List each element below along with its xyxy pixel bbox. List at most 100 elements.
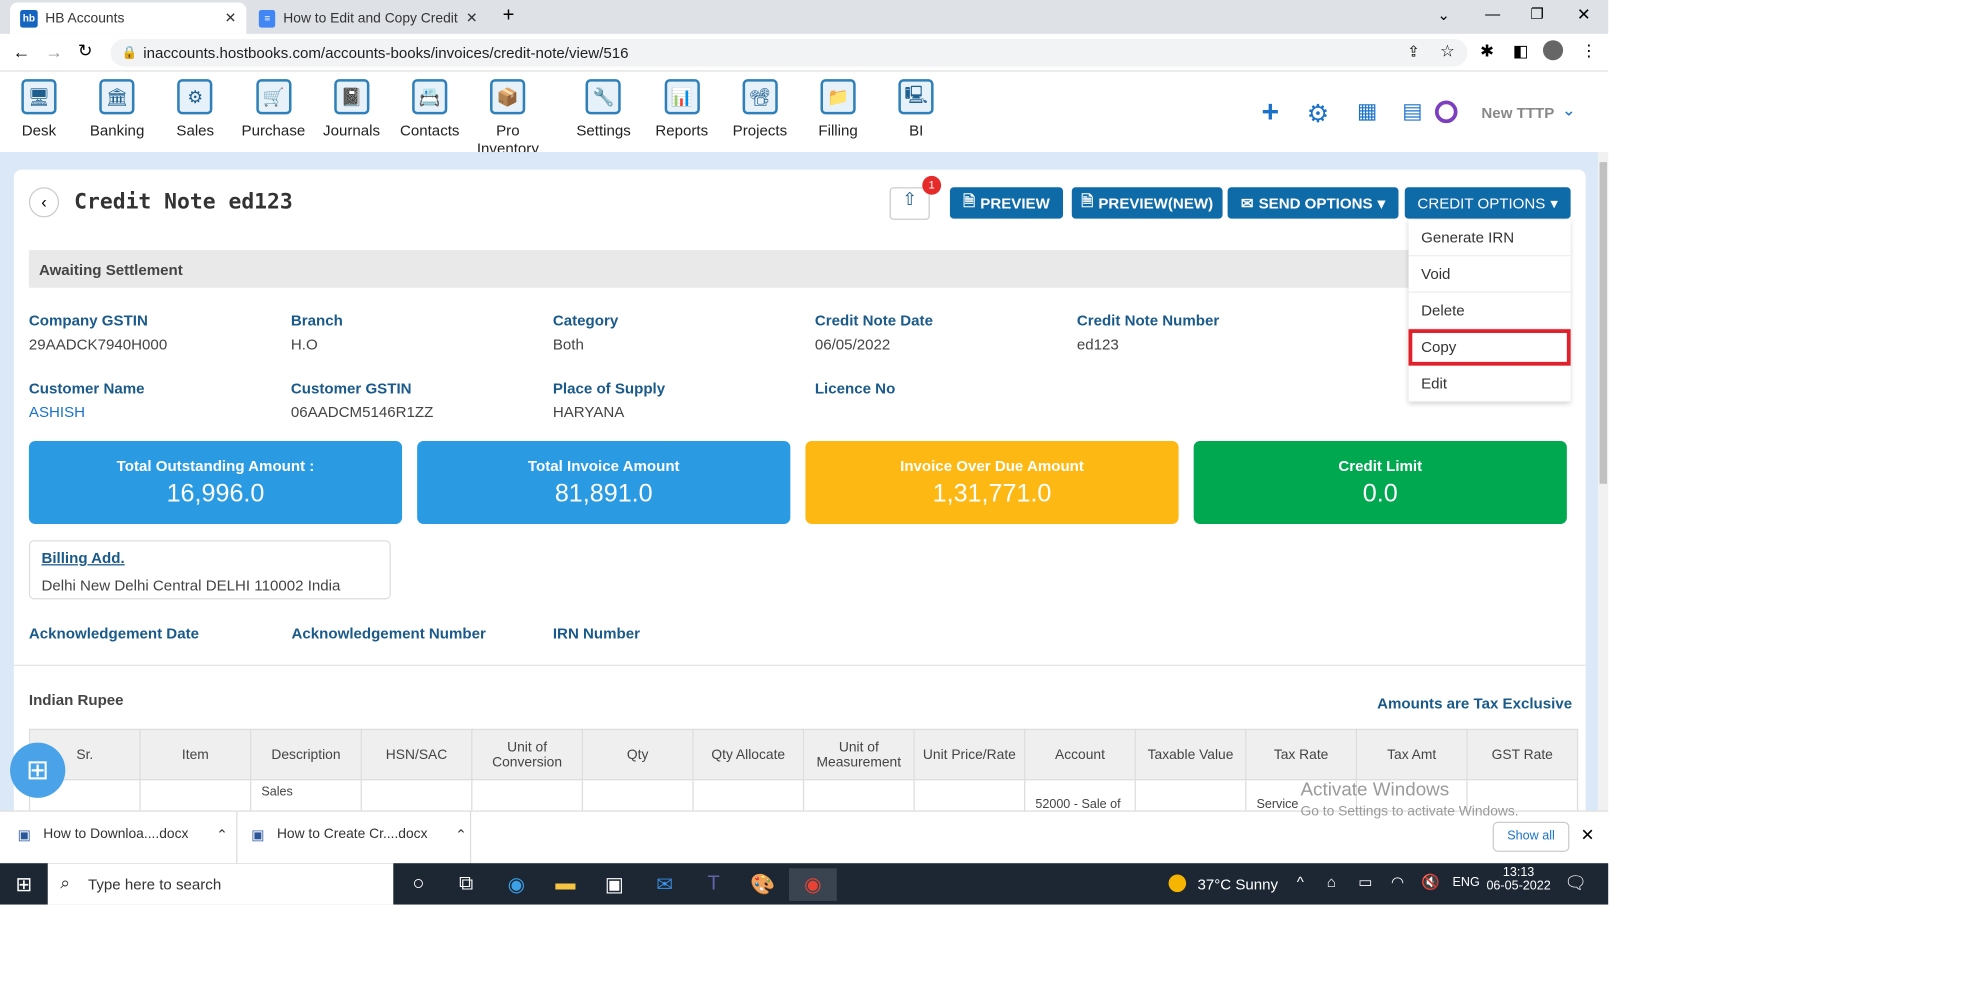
field-value: HARYANA	[552, 403, 625, 421]
field: Licence No	[815, 379, 895, 403]
new-tab-icon[interactable]: +	[503, 5, 515, 28]
kpi-card: Credit Limit 0.0	[1193, 441, 1567, 524]
menu-item-delete[interactable]: Delete	[1408, 293, 1571, 330]
new-badge-icon[interactable]	[1434, 100, 1458, 124]
nav-pro-inventory[interactable]: 📦 Pro Inventory	[470, 77, 545, 157]
share-icon[interactable]: ⇪	[1407, 43, 1420, 61]
bi-icon: 🖳	[898, 79, 934, 115]
search-icon: ⌕	[60, 872, 71, 893]
close-icon[interactable]: ✕	[1581, 826, 1595, 846]
nav-settings[interactable]: 🔧 Settings	[566, 77, 641, 139]
forward-icon[interactable]: →	[45, 41, 63, 61]
nav-sales[interactable]: ⚙ Sales	[158, 77, 233, 139]
preview-new-label: PREVIEW(NEW)	[1098, 194, 1214, 212]
calculator-icon[interactable]: ▦	[1357, 99, 1377, 124]
battery-icon[interactable]: ▭	[1358, 873, 1372, 891]
filling-icon: 📁	[820, 79, 856, 115]
menu-item-void[interactable]: Void	[1408, 256, 1571, 293]
language[interactable]: ENG	[1453, 876, 1480, 890]
paint-icon[interactable]: 🎨	[746, 868, 779, 901]
windows-start-icon[interactable]: ⊞	[8, 868, 41, 901]
profile-avatar[interactable]	[1542, 40, 1564, 61]
preview-button[interactable]: 🗎 PREVIEW	[949, 187, 1063, 219]
back-icon[interactable]: ←	[13, 41, 31, 61]
column-header: Unit of Measurement	[802, 728, 915, 781]
word-icon: ▣	[251, 828, 265, 844]
volume-muted-icon[interactable]: 🔇	[1421, 873, 1440, 891]
show-all-button[interactable]: Show all	[1492, 821, 1570, 852]
scrollbar[interactable]	[1598, 152, 1609, 811]
kpi-card: Total Invoice Amount 81,891.0	[417, 441, 791, 524]
chevron-up-icon[interactable]: ⌃	[455, 827, 467, 843]
tab-search-icon[interactable]: ⌄	[1437, 6, 1450, 24]
back-button[interactable]: ‹	[28, 187, 60, 218]
mail-icon[interactable]: ✉	[648, 868, 681, 901]
menu-icon[interactable]: ⋮	[1581, 41, 1597, 61]
billing-title[interactable]: Billing Add.	[41, 549, 378, 567]
company-selector[interactable]: New TTTP	[1481, 104, 1554, 122]
gear-icon[interactable]: ⚙	[1307, 98, 1330, 129]
credit-label: CREDIT OPTIONS	[1417, 194, 1546, 212]
weather[interactable]: 37°C Sunny	[1197, 876, 1278, 894]
apps-grid-button[interactable]: ⊞	[10, 742, 66, 798]
add-icon[interactable]: +	[1262, 95, 1280, 130]
notifications-icon[interactable]: 🗨	[1564, 872, 1586, 893]
edge-icon[interactable]: ◉	[500, 868, 533, 901]
extensions-icon[interactable]: ✱	[1480, 41, 1494, 61]
nav-contacts[interactable]: 📇 Contacts	[392, 77, 467, 139]
nav-label: Desk	[21, 121, 57, 140]
field-value[interactable]: ASHISH	[29, 403, 145, 421]
file-explorer-icon[interactable]: ▬	[549, 868, 582, 901]
restore-icon[interactable]: ❐	[1530, 5, 1544, 23]
chrome-icon[interactable]: ◉	[789, 868, 837, 901]
taskbar-search[interactable]: ⌕ Type here to search	[47, 863, 394, 905]
date: 06-05-2022	[1486, 879, 1551, 894]
preview-new-button[interactable]: 🗎 PREVIEW(NEW)	[1071, 187, 1223, 219]
chevron-down-icon[interactable]: ⌄	[1562, 101, 1576, 121]
billing-address-box: Billing Add. Delhi New Delhi Central DEL…	[28, 540, 391, 600]
minimize-icon[interactable]: —	[1485, 5, 1500, 23]
credit-options-button[interactable]: CREDIT OPTIONS ▾	[1404, 187, 1571, 219]
nav-bi[interactable]: 🖳 BI	[879, 77, 954, 139]
url-input[interactable]: 🔒 inaccounts.hostbooks.com/accounts-books…	[110, 38, 1468, 67]
kpi-label: Credit Limit	[1338, 457, 1423, 475]
wifi-icon[interactable]: ◠	[1391, 873, 1404, 891]
menu-item-generate-irn[interactable]: Generate IRN	[1408, 220, 1571, 257]
menu-item-copy[interactable]: Copy	[1408, 329, 1571, 366]
nav-banking[interactable]: 🏛 Banking	[79, 77, 154, 140]
close-icon[interactable]: ✕	[225, 10, 237, 26]
teams-icon[interactable]: T	[697, 868, 730, 901]
sidepanel-icon[interactable]: ◧	[1513, 41, 1528, 61]
nav-desk[interactable]: 🖥 Desk	[1, 77, 76, 140]
field-value: H.O	[290, 335, 318, 354]
tray-chevron-icon[interactable]: ^	[1297, 873, 1304, 891]
send-options-button[interactable]: ✉ SEND OPTIONS ▾	[1227, 187, 1399, 219]
download-item[interactable]: ▣ How to Downloa....docx ⌃	[18, 827, 228, 843]
kpi-card: Total Outstanding Amount : 16,996.0	[28, 441, 403, 524]
tab-hb-accounts[interactable]: hb HB Accounts ✕	[10, 2, 247, 34]
cortana-icon[interactable]: ○	[402, 868, 435, 901]
upload-icon[interactable]: ⇧	[889, 187, 930, 220]
reload-icon[interactable]: ↻	[78, 40, 93, 61]
task-view-icon[interactable]: ⧉	[450, 868, 483, 901]
nav-filling[interactable]: 📁 Filling	[800, 77, 875, 139]
store-icon[interactable]: ▣	[598, 868, 631, 901]
star-icon[interactable]: ☆	[1440, 41, 1455, 61]
nav-label: Banking	[89, 121, 145, 140]
clock[interactable]: 13:13 06-05-2022	[1486, 866, 1550, 894]
nav-purchase[interactable]: 🛒 Purchase	[236, 77, 311, 139]
close-icon[interactable]: ✕	[466, 10, 478, 26]
window-close-icon[interactable]: ✕	[1577, 5, 1591, 25]
lock-icon: 🔒	[121, 45, 138, 60]
field-value: 29AADCK7940H000	[28, 335, 168, 354]
tab-how-to[interactable]: ≡ How to Edit and Copy Credit Not ✕	[249, 3, 488, 34]
clipboard-icon[interactable]: ▤	[1402, 99, 1422, 124]
meet-icon[interactable]: ⌂	[1327, 873, 1336, 891]
chevron-up-icon[interactable]: ⌃	[216, 827, 228, 843]
menu-item-edit[interactable]: Edit	[1408, 366, 1571, 403]
nav-projects[interactable]: 📽 Projects	[722, 77, 797, 139]
nav-journals[interactable]: 📓 Journals	[314, 77, 389, 140]
download-item[interactable]: ▣ How to Create Cr....docx ⌃	[251, 827, 466, 843]
nav-label: Journals	[323, 121, 381, 140]
nav-reports[interactable]: 📊 Reports	[644, 77, 719, 139]
